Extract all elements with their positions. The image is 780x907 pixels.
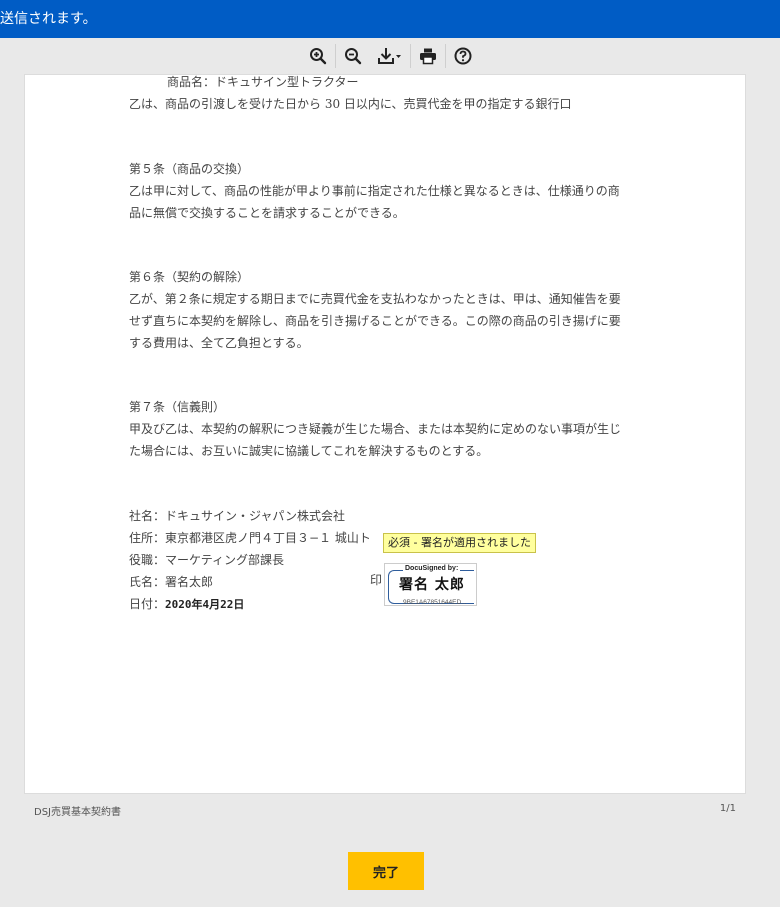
signature-tooltip: 必須 - 署名が適用されました [383,533,536,553]
article-6-line: する費用は、全て乙負担とする。 [129,336,309,350]
company-line: 社名：ドキュサイン・ジャパン株式会社 [129,509,346,523]
payment-line: 乙は、商品の引渡しを受けた日から 30 日以内に、売買代金を甲の指定する銀行口 [129,97,572,111]
viewer-toolbar [0,38,780,74]
article-6-title: 第６条（契約の解除） [129,270,250,284]
zoom-in-icon [309,48,326,65]
print-button[interactable] [411,42,445,70]
article-7-title: 第７条（信義則） [129,400,226,414]
notification-banner: 送信されます。 [0,0,780,38]
article-6-line: せず直ちに本契約を解除し、商品を引き揚げることができる。この際の商品の引き揚げに… [129,314,621,328]
article-6-line: 乙が、第２条に規定する期日までに売買代金を支払わなかったときは、甲は、通知催告を… [129,292,621,306]
print-icon [419,48,436,65]
stamp-envelope-id: 9BE1A67851644ED... [403,599,467,606]
stamp-header: DocuSigned by: [403,565,461,572]
zoom-out-button[interactable] [336,42,370,70]
banner-text: 送信されます。 [0,11,97,27]
article-7-line: 甲及び乙は、本契約の解釈につき疑義が生じた場合、または本契約に定めのない事項が生… [129,422,622,436]
article-5-title: 第５条（商品の交換） [129,162,250,176]
page-count: 1/1 [719,803,736,814]
finish-button[interactable]: 完了 [348,852,424,890]
zoom-in-button[interactable] [301,42,335,70]
download-icon [377,48,401,64]
stamp-signature-name: 署名 太郎 [399,577,465,593]
product-name-line: 商品名：ドキュサイン型トラクター [167,75,359,89]
document-name: DSJ売買基本契約書 [34,807,121,818]
date-value: 2020年4月22日 [165,598,245,611]
date-label: 日付： [129,597,166,611]
article-5-line: 乙は甲に対して、商品の性能が甲より事前に指定された仕様と異なるときは、仕様通りの… [129,184,620,198]
document-page: 商品名：ドキュサイン型トラクター 乙は、商品の引渡しを受けた日から 30 日以内… [24,74,746,794]
docusign-signature-stamp[interactable]: DocuSigned by: 署名 太郎 9BE1A67851644ED... [384,563,477,606]
help-icon [454,47,471,65]
article-7-line: た場合には、お互いに誠実に協議してこれを解決するものとする。 [129,444,489,458]
help-button[interactable] [446,42,480,70]
seal-label: 印 [370,573,383,587]
article-5-line: 品に無償で交換することを請求することができる。 [129,206,405,220]
zoom-out-icon [344,48,361,65]
download-button[interactable] [370,42,410,70]
